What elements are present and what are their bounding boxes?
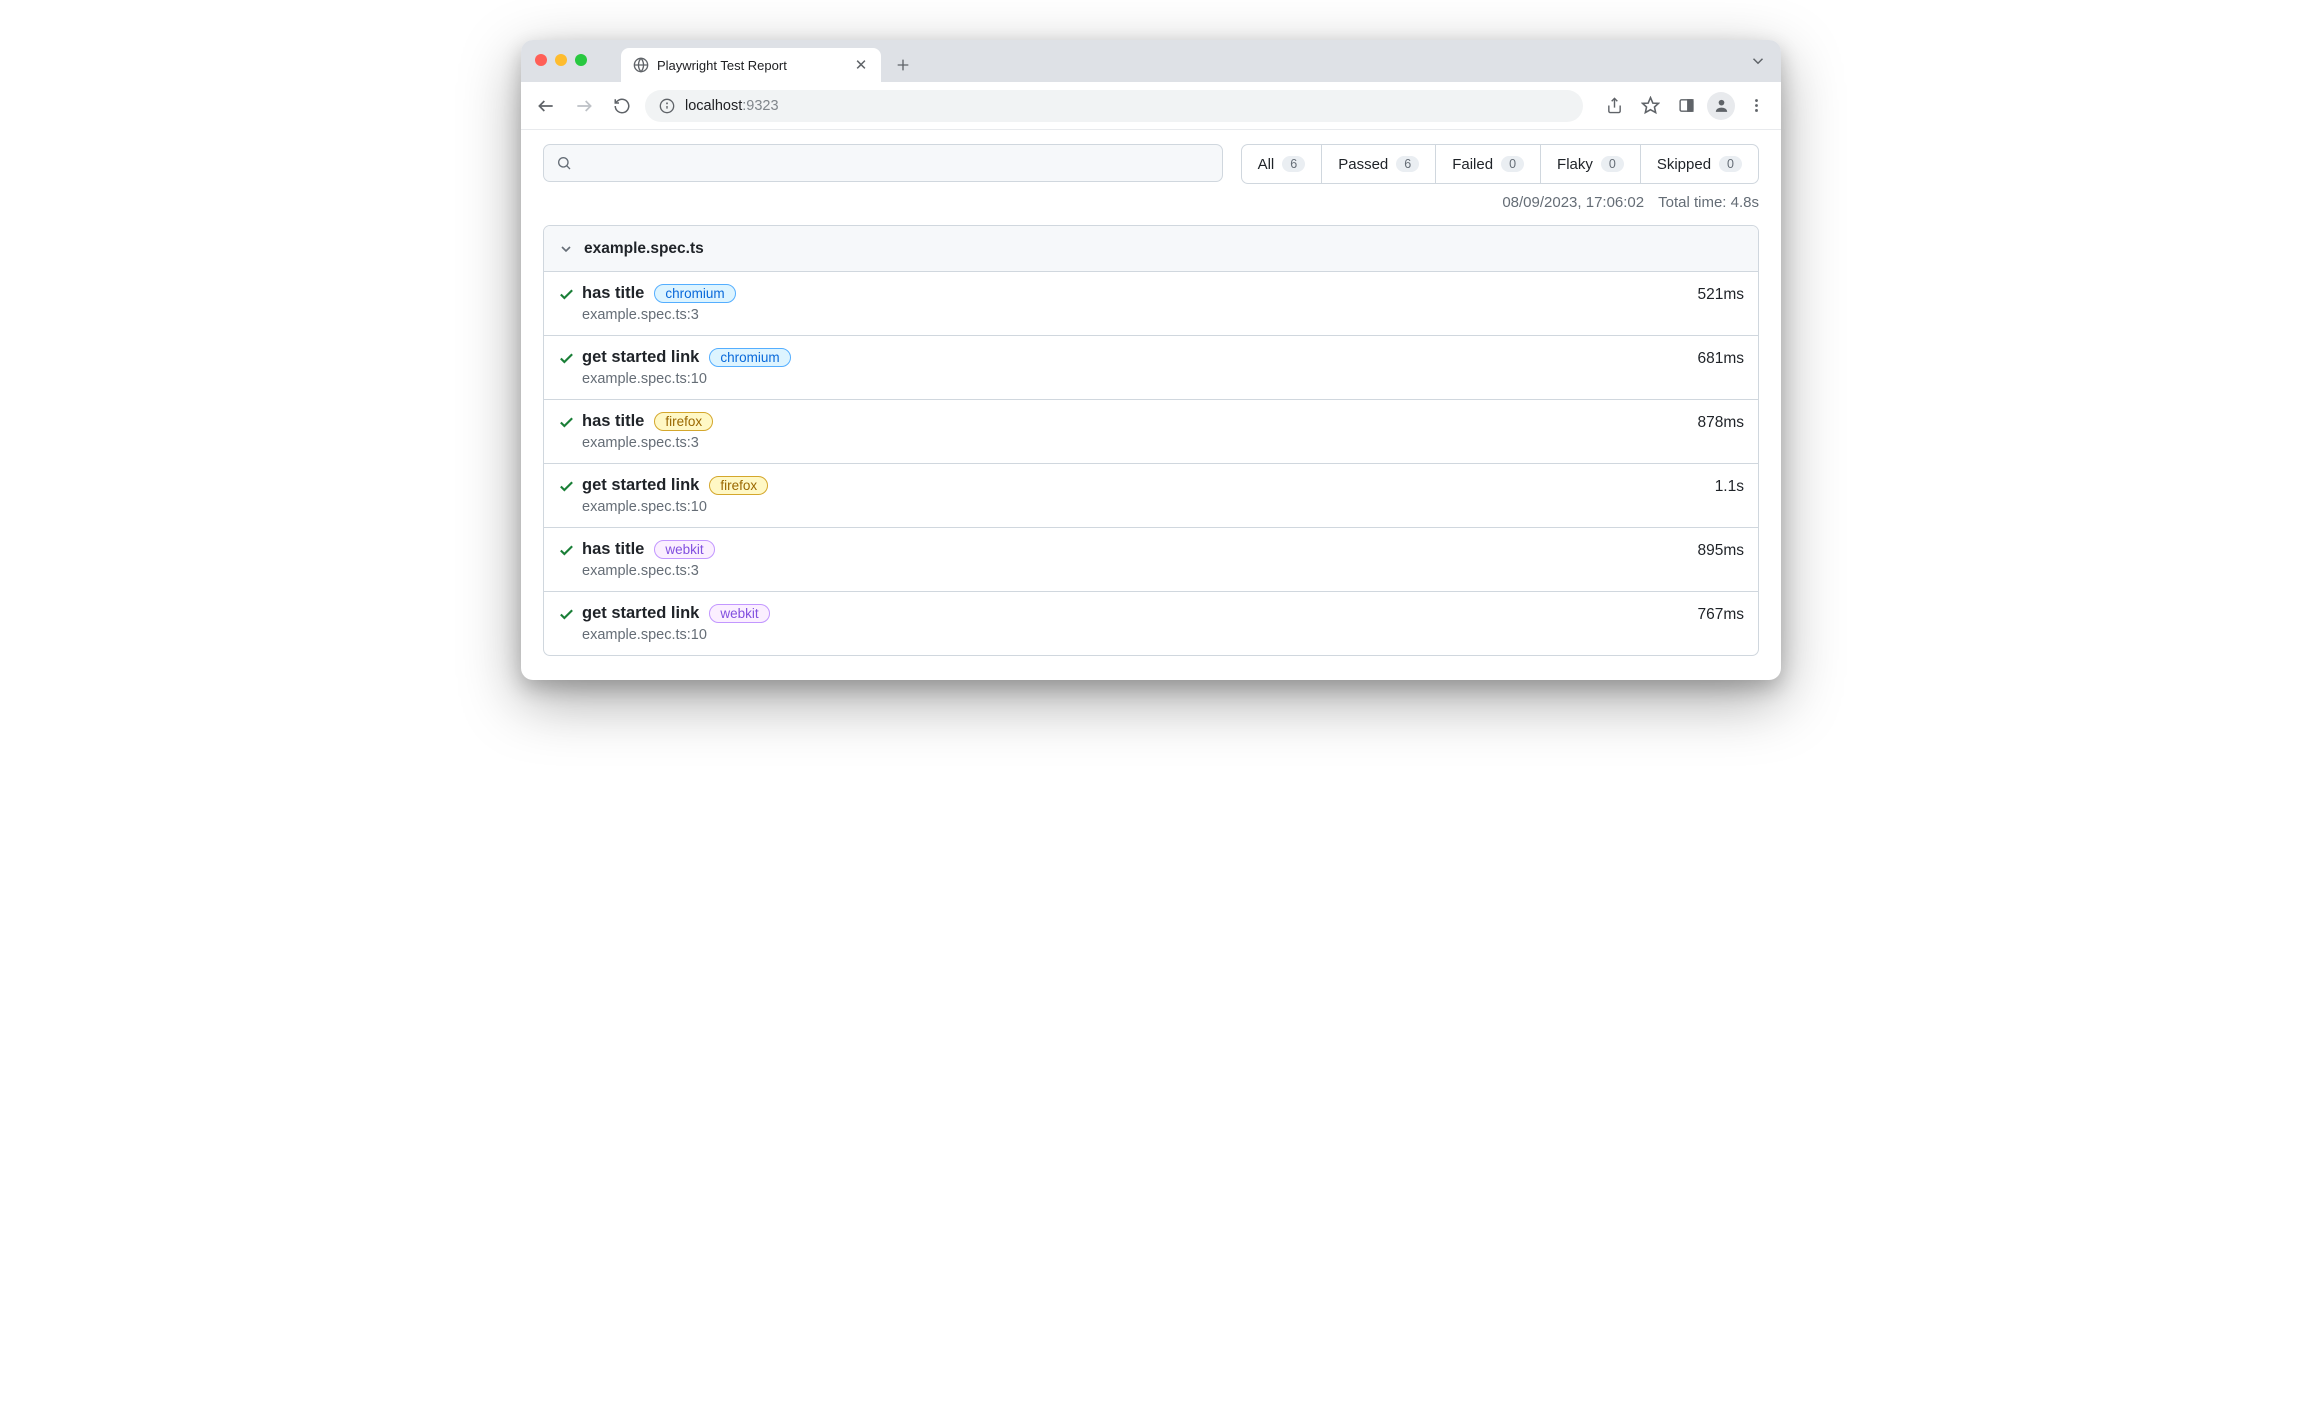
test-name: has title [582,412,644,431]
search-box[interactable] [543,144,1223,182]
filter-passed[interactable]: Passed 6 [1322,145,1436,183]
browser-badge: firefox [709,476,768,495]
window-zoom-button[interactable] [575,54,587,66]
globe-icon [633,57,649,73]
test-duration: 681ms [1697,348,1744,387]
nav-back-button[interactable] [531,91,561,121]
filter-label: Skipped [1657,156,1711,173]
filter-count: 6 [1396,156,1419,172]
run-timestamp: 08/09/2023, 17:06:02 [1502,194,1644,211]
test-row[interactable]: has title chromium example.spec.ts:3 521… [544,272,1758,336]
browser-badge: webkit [709,604,769,623]
filter-label: All [1258,156,1275,173]
check-icon [558,286,582,303]
close-icon[interactable]: ✕ [853,57,869,73]
site-info-icon[interactable] [659,98,675,114]
tabs-dropdown-button[interactable] [1749,52,1767,70]
address-bar[interactable]: localhost:9323 [645,90,1583,122]
nav-forward-button[interactable] [569,91,599,121]
check-icon [558,350,582,367]
total-time: Total time: 4.8s [1658,194,1759,211]
test-row[interactable]: has title firefox example.spec.ts:3 878m… [544,400,1758,464]
filter-label: Flaky [1557,156,1593,173]
test-location: example.spec.ts:10 [582,371,1697,387]
check-icon [558,542,582,559]
filter-label: Passed [1338,156,1388,173]
test-name: has title [582,540,644,559]
profile-button[interactable] [1707,92,1735,120]
test-location: example.spec.ts:3 [582,307,1697,323]
url-host: localhost [685,98,742,114]
filter-all[interactable]: All 6 [1242,145,1323,183]
filter-count: 6 [1282,156,1305,172]
filter-flaky[interactable]: Flaky 0 [1541,145,1641,183]
browser-toolbar: localhost:9323 [521,82,1781,130]
test-row[interactable]: has title webkit example.spec.ts:3 895ms [544,528,1758,592]
browser-badge: chromium [654,284,735,303]
filter-count: 0 [1501,156,1524,172]
test-duration: 1.1s [1715,476,1744,515]
test-row[interactable]: get started link firefox example.spec.ts… [544,464,1758,528]
url-port: :9323 [742,98,778,114]
check-icon [558,478,582,495]
test-name: get started link [582,604,699,623]
file-header[interactable]: example.spec.ts [544,226,1758,272]
filter-failed[interactable]: Failed 0 [1436,145,1541,183]
test-name: get started link [582,348,699,367]
report-content: All 6 Passed 6 Failed 0 Flaky 0 Skipped [521,130,1781,680]
browser-tabbar: Playwright Test Report ✕ [521,40,1781,82]
test-duration: 521ms [1697,284,1744,323]
nav-reload-button[interactable] [607,91,637,121]
test-location: example.spec.ts:10 [582,627,1697,643]
test-row[interactable]: get started link webkit example.spec.ts:… [544,592,1758,655]
test-location: example.spec.ts:10 [582,499,1715,515]
tab-title: Playwright Test Report [657,58,845,73]
check-icon [558,606,582,623]
file-list: example.spec.ts has title chromium examp… [543,225,1759,656]
test-location: example.spec.ts:3 [582,563,1697,579]
test-duration: 878ms [1697,412,1744,451]
bookmark-button[interactable] [1635,91,1665,121]
filter-count: 0 [1601,156,1624,172]
chevron-down-icon [558,241,574,257]
url-text: localhost:9323 [685,98,779,114]
test-name: has title [582,284,644,303]
test-location: example.spec.ts:3 [582,435,1697,451]
new-tab-button[interactable] [889,51,917,79]
window-controls [535,54,587,66]
browser-window: Playwright Test Report ✕ localhost:9323 [521,40,1781,680]
browser-badge: firefox [654,412,713,431]
sidepanel-button[interactable] [1671,91,1701,121]
menu-button[interactable] [1741,91,1771,121]
browser-tab[interactable]: Playwright Test Report ✕ [621,48,881,82]
browser-badge: webkit [654,540,714,559]
search-input[interactable] [580,155,1210,172]
test-duration: 767ms [1697,604,1744,643]
test-row[interactable]: get started link chromium example.spec.t… [544,336,1758,400]
test-name: get started link [582,476,699,495]
filter-bar: All 6 Passed 6 Failed 0 Flaky 0 Skipped [1241,144,1759,184]
filter-count: 0 [1719,156,1742,172]
browser-badge: chromium [709,348,790,367]
window-minimize-button[interactable] [555,54,567,66]
share-button[interactable] [1599,91,1629,121]
test-duration: 895ms [1697,540,1744,579]
file-name: example.spec.ts [584,240,704,258]
search-icon [556,155,572,171]
meta-row: 08/09/2023, 17:06:02 Total time: 4.8s [543,194,1759,211]
window-close-button[interactable] [535,54,547,66]
filter-skipped[interactable]: Skipped 0 [1641,145,1758,183]
check-icon [558,414,582,431]
filter-label: Failed [1452,156,1493,173]
